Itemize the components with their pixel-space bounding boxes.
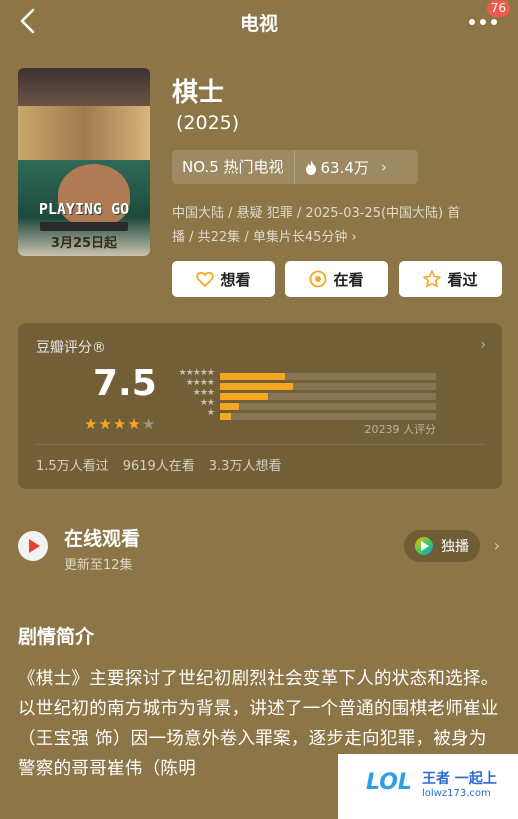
show-title: 棋士	[172, 78, 225, 108]
play-icon[interactable]	[18, 531, 48, 561]
distribution-bar	[220, 403, 240, 410]
online-watch-title: 在线观看	[64, 528, 141, 550]
divider	[36, 444, 484, 445]
distribution-bar	[220, 393, 268, 400]
page-title: 电视	[239, 13, 278, 35]
watermark-lol-text: LOL	[366, 770, 412, 795]
online-watch-subtitle: 更新至12集	[64, 558, 133, 573]
exclusive-label: 独播	[441, 539, 469, 555]
metadata-line: 播 / 共22集 / 单集片长45分钟 ›	[172, 230, 357, 245]
distribution-bar	[220, 413, 231, 420]
heat-number: 63.4万	[320, 158, 369, 177]
notification-badge: 76	[486, 0, 510, 17]
rating-score: 7.5	[93, 363, 157, 404]
distribution-track	[220, 403, 436, 410]
chevron-right-icon: ›	[380, 158, 387, 176]
show-year: (2025)	[176, 112, 240, 134]
ranking-pill[interactable]: NO.5 热门电视 63.4万 ›	[172, 150, 418, 184]
metadata-line: 中国大陆 / 悬疑 犯罪 / 2025-03-25(中国大陆) 首	[172, 206, 461, 221]
rating-source-label: 豆瓣评分®	[36, 340, 106, 356]
distribution-stars: ★★★★★	[178, 368, 215, 378]
rating-star: ★	[112, 415, 128, 433]
poster-middle-panel	[18, 106, 150, 160]
stat-watching: 9619人在看	[122, 459, 195, 474]
watermark-brand: 王者 一起上	[422, 771, 497, 787]
heat-value: 63.4万 ›	[295, 157, 387, 178]
want-label: 想看	[220, 270, 251, 289]
poster-top-panel	[18, 68, 150, 106]
poster-title-text: PLAYING GO	[38, 200, 130, 218]
rating-star: ★	[98, 415, 113, 433]
flame-icon	[305, 159, 316, 175]
distribution-stars: ★★★★	[185, 378, 215, 388]
heart-plus-icon	[196, 271, 215, 287]
watched-button[interactable]: 看过	[399, 261, 502, 297]
distribution-stars: ★★	[199, 398, 215, 408]
distribution-bar	[220, 383, 294, 390]
stat-watched: 1.5万人看过	[36, 459, 109, 474]
online-watch-row[interactable]: 在线观看 更新至12集 独播 ›	[18, 518, 502, 578]
chevron-right-icon[interactable]: ›	[494, 536, 500, 555]
rating-star: ★	[84, 415, 99, 433]
rating-card[interactable]: 豆瓣评分® › 7.5 ★★★★★ ★★★★★ ★★★★ ★★★ ★★ ★ 20239 …	[18, 323, 502, 489]
distribution-stars: ★	[206, 408, 215, 418]
stat-want: 3.3万人想看	[208, 459, 282, 474]
rating-count: 20239 人评分	[364, 423, 437, 436]
poster-date-text: 3月25日起	[50, 236, 118, 251]
tencent-video-icon	[415, 537, 433, 555]
target-icon	[310, 270, 327, 288]
top-nav-bar: 电视 76	[0, 0, 518, 44]
show-poster[interactable]: PLAYING GO 3月25日起	[18, 68, 150, 256]
watch-stats: 1.5万人看过 9619人在看 3.3万人想看	[36, 455, 281, 474]
distribution-track	[220, 393, 436, 400]
distribution-track	[220, 383, 436, 390]
watermark-url: lolwz173.com	[422, 788, 491, 799]
star-icon	[423, 270, 442, 288]
watching-button[interactable]: 在看	[285, 261, 388, 297]
chevron-right-icon: ›	[480, 337, 486, 353]
synopsis-heading: 剧情简介	[18, 626, 95, 648]
distribution-bar	[220, 373, 285, 380]
distribution-track	[220, 413, 436, 420]
rating-star: ★	[127, 415, 142, 433]
watching-label: 在看	[333, 270, 364, 289]
exclusive-platform-button[interactable]: 独播	[404, 530, 480, 562]
distribution-track	[220, 373, 436, 380]
show-metadata[interactable]: 中国大陆 / 悬疑 犯罪 / 2025-03-25(中国大陆) 首 播 / 共2…	[172, 202, 502, 250]
watermark-logo: LOL 王者 一起上 lolwz173.com	[338, 754, 518, 819]
watched-label: 看过	[447, 270, 478, 289]
want-to-watch-button[interactable]: 想看	[172, 261, 275, 297]
distribution-stars: ★★★	[192, 388, 215, 398]
rank-label: NO.5 热门电视	[172, 150, 295, 184]
poster-subtitle-strip	[40, 222, 128, 231]
rating-stars: ★★★★★	[84, 415, 156, 433]
rating-star: ★	[141, 415, 157, 433]
